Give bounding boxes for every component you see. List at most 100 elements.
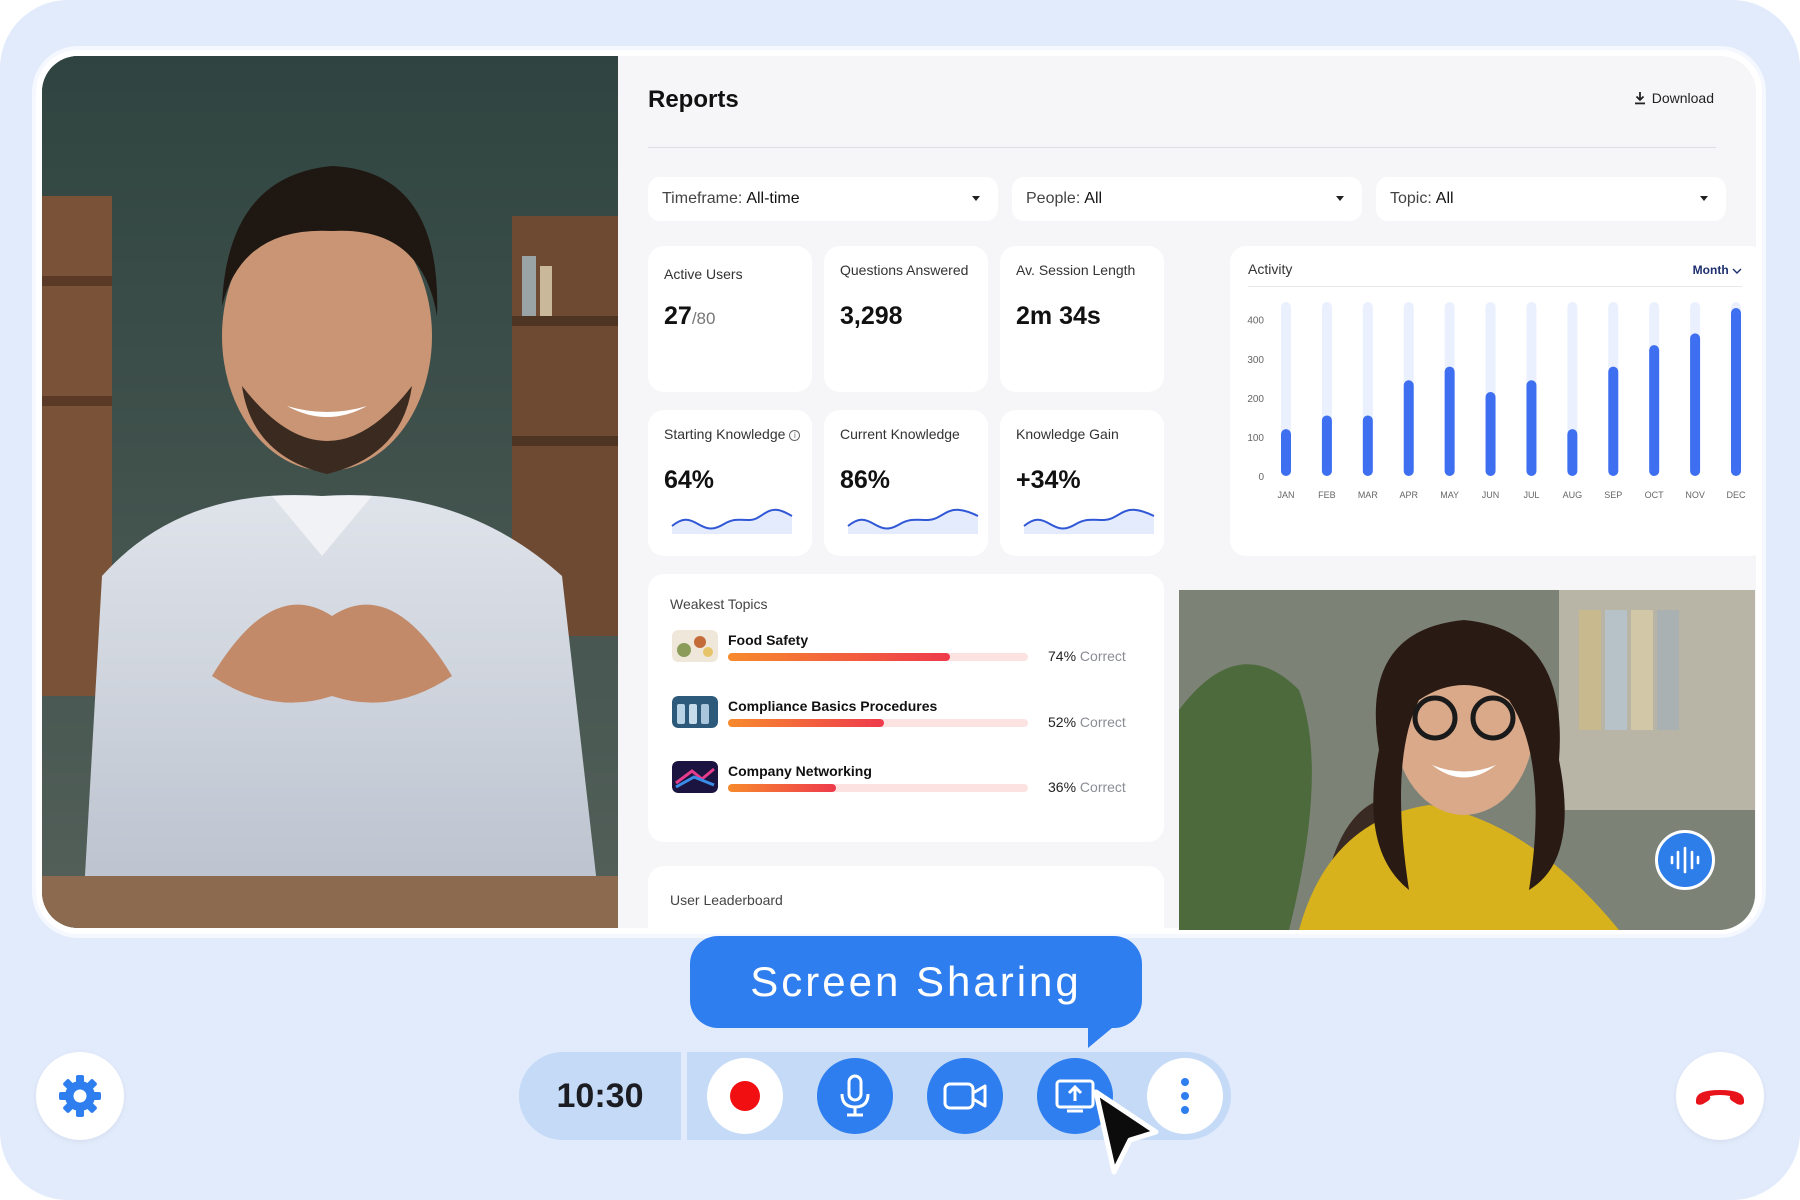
screen-share-icon [1055,1079,1095,1113]
bar-aug[interactable] [1567,429,1578,476]
camera-button[interactable] [927,1058,1003,1134]
y-tick-label: 400 [1247,316,1264,327]
people-filter-value: All [1084,190,1103,207]
food-safety-thumbnail [672,630,718,662]
starting-knowledge-card: Starting Knowledge i 64% [648,410,812,556]
x-tick-label: OCT [1645,490,1665,500]
topic-name: Compliance Basics Procedures [728,698,938,714]
microphone-button[interactable] [817,1058,893,1134]
bar-may[interactable] [1444,366,1455,476]
topic-progress-fill [728,719,884,727]
download-icon [1634,92,1645,105]
download-label: Download [1651,90,1714,106]
topic-filter[interactable]: Topic: All [1376,177,1726,221]
compliance-thumbnail [672,696,718,728]
activity-bar-chart: 0 100 200 300 400 JAN FEB MAR APR MAY JUN JUL AUG SEP… [1247,302,1746,500]
x-tick-label: NOV [1685,490,1705,500]
participant-video-image [42,56,618,928]
x-tick-label: DEC [1726,490,1746,500]
screen-sharing-tooltip-text: Screen Sharing [750,958,1082,1005]
active-users-value: 27/80 [664,302,715,331]
questions-answered-label: Questions Answered [840,262,969,278]
call-timer: 10:30 [519,1052,681,1140]
timeframe-filter-name: Timeframe: [662,190,743,207]
bar-dec[interactable] [1731,308,1741,476]
topic-progress-track [728,653,1028,661]
screen-sharing-tooltip: Screen Sharing [690,936,1142,1028]
topic-score: 52% Correct [1048,714,1126,730]
starting-knowledge-sparkline [671,508,793,534]
topic-row[interactable]: Food Safety 74% Correct [670,630,1126,680]
audio-activity-button[interactable] [1655,830,1715,890]
x-tick-label: MAY [1440,490,1459,500]
topic-score-percent: 52% [1048,714,1077,730]
bar-apr[interactable] [1403,380,1414,476]
session-length-value: 2m 34s [1016,302,1101,330]
active-users-label: Active Users [664,266,743,282]
topic-score-percent: 74% [1048,648,1077,664]
current-knowledge-sparkline [847,508,979,534]
topic-progress-fill [728,653,950,661]
topic-filter-name: Topic: [1390,190,1432,207]
current-knowledge-card: Current Knowledge 86% [824,410,988,556]
download-button[interactable]: Download [1634,90,1714,106]
bar-oct[interactable] [1649,345,1660,476]
bar-sep[interactable] [1608,366,1619,476]
hang-up-button[interactable] [1676,1052,1764,1140]
topic-name: Food Safety [728,632,809,648]
bar-nov[interactable] [1690,333,1701,476]
audio-wave-icon [1670,846,1700,874]
x-tick-label: MAR [1358,490,1379,500]
networking-thumbnail [672,761,718,793]
y-tick-label: 300 [1247,355,1264,366]
participant-video-main[interactable] [42,56,618,928]
active-users-count: 27 [664,302,692,330]
info-icon[interactable]: i [789,430,801,441]
bar-mar[interactable] [1362,415,1373,476]
topic-progress-track [728,784,1028,792]
x-tick-label: SEP [1604,490,1622,500]
questions-answered-value: 3,298 [840,302,903,330]
topic-filter-value: All [1435,190,1454,207]
activity-chart-card: Activity Month 0 100 200 300 400 JAN FEB MAR APR… [1230,246,1762,556]
user-leaderboard-card: User Leaderboard [648,866,1164,934]
bar-jun[interactable] [1485,392,1496,476]
y-tick-label: 0 [1258,472,1264,483]
record-button[interactable] [707,1058,783,1134]
knowledge-gain-sparkline [1023,508,1155,534]
microphone-icon [840,1074,870,1117]
people-filter-name: People: [1026,190,1081,207]
header-divider [648,147,1716,148]
people-filter[interactable]: People: All [1012,177,1362,221]
starting-knowledge-label: Starting Knowledge [664,426,786,442]
starting-knowledge-label-wrap: Starting Knowledge i [664,426,801,442]
current-knowledge-label: Current Knowledge [840,426,960,442]
record-icon [730,1081,760,1111]
settings-button[interactable] [36,1052,124,1140]
topic-row[interactable]: Company Networking 36% Correct [670,761,1126,811]
x-tick-label: JUL [1523,490,1539,500]
timeframe-filter[interactable]: Timeframe: All-time [648,177,998,221]
toolbar-separator [681,1052,687,1140]
active-users-total: /80 [691,309,716,328]
x-tick-label: FEB [1318,490,1336,500]
caret-down-icon [1700,196,1708,201]
bar-jul[interactable] [1526,380,1537,476]
current-knowledge-value: 86% [840,466,891,494]
bar-feb[interactable] [1321,415,1332,476]
page-title: Reports [648,86,739,113]
knowledge-gain-value: +34% [1016,466,1081,494]
caret-down-icon [1336,196,1344,201]
bar-jan[interactable] [1281,429,1291,476]
tooltip-tail [1088,1018,1124,1048]
caret-down-icon [972,196,980,201]
topic-progress-fill [728,784,836,792]
topic-score: 36% Correct [1048,779,1126,795]
y-tick-label: 100 [1247,433,1264,444]
y-tick-label: 200 [1247,394,1264,405]
participant-video-pip[interactable] [1179,590,1755,930]
camera-icon [943,1082,987,1110]
topic-row[interactable]: Compliance Basics Procedures 52% Correct [670,696,1126,746]
topic-name: Company Networking [728,763,872,779]
topic-score: 74% Correct [1048,648,1126,664]
